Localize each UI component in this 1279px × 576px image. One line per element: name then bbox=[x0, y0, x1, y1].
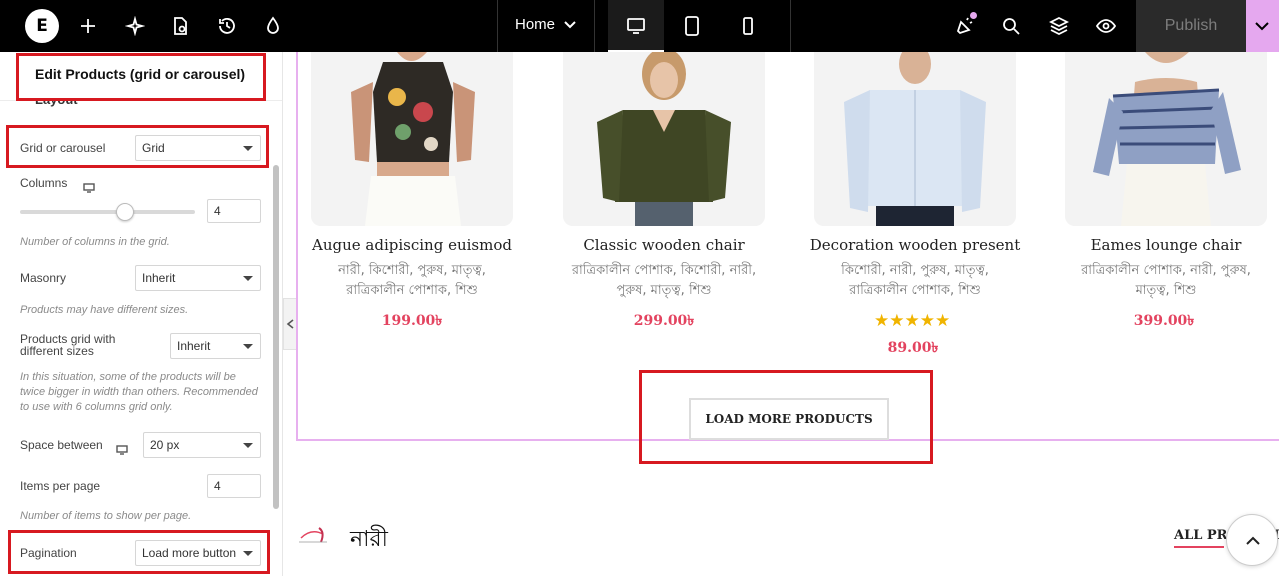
panel-scrollbar[interactable] bbox=[273, 165, 279, 509]
divider bbox=[497, 0, 498, 52]
grid-different-sizes-value: Inherit bbox=[177, 339, 211, 353]
mobile-icon[interactable] bbox=[736, 14, 760, 38]
hint-line: to use with 6 columns grid only. bbox=[20, 401, 173, 413]
columns-slider-handle[interactable] bbox=[116, 203, 134, 221]
label-line: different sizes bbox=[20, 344, 94, 358]
product-title[interactable]: Classic wooden chair bbox=[544, 236, 784, 254]
product-photo-woman-striped-top bbox=[1065, 52, 1267, 226]
elementor-logo-icon[interactable]: E bbox=[25, 9, 59, 43]
product-image[interactable] bbox=[311, 52, 513, 226]
divider bbox=[790, 0, 791, 52]
link-underline bbox=[1174, 546, 1224, 548]
product-price: 299.00৳ bbox=[633, 313, 695, 329]
notification-dot bbox=[970, 12, 977, 19]
columns-slider-track[interactable] bbox=[20, 210, 195, 214]
product-image[interactable] bbox=[814, 52, 1016, 226]
desktop-icon[interactable] bbox=[116, 440, 128, 455]
grid-different-sizes-select[interactable]: Inherit bbox=[170, 333, 261, 359]
brand-logo bbox=[297, 524, 331, 548]
category-line: নারী, কিশোরী, পুরুষ, মাতৃত্ব, bbox=[338, 263, 486, 278]
highlight-box-pagination bbox=[8, 530, 270, 574]
product-image[interactable] bbox=[563, 52, 765, 226]
category-line: রাত্রিকালীন পোশাক, নারী, পুরুষ, bbox=[1081, 263, 1251, 278]
product-title[interactable]: Eames lounge chair bbox=[1046, 236, 1279, 254]
product-title[interactable]: Augue adipiscing euismod bbox=[292, 236, 532, 254]
page-settings-icon[interactable] bbox=[168, 14, 192, 38]
product-title[interactable]: Decoration wooden present bbox=[795, 236, 1035, 254]
publish-button[interactable]: Publish bbox=[1136, 0, 1246, 52]
theme-style-icon[interactable] bbox=[261, 14, 285, 38]
highlight-box-load-more bbox=[639, 370, 933, 464]
chevron-down-icon[interactable] bbox=[563, 16, 577, 35]
columns-label: Columns bbox=[20, 176, 68, 190]
product-price: 399.00৳ bbox=[1133, 313, 1195, 329]
grid-different-sizes-hint: In this situation, some of the products … bbox=[20, 370, 258, 415]
category-line: রাত্রিকালীন পোশাক, কিশোরী, নারী, bbox=[571, 263, 757, 278]
publish-options-button[interactable] bbox=[1246, 0, 1279, 52]
masonry-select[interactable]: Inherit bbox=[135, 265, 261, 291]
hint-line: In this situation, some of the products … bbox=[20, 371, 236, 383]
desktop-icon[interactable] bbox=[83, 178, 95, 193]
items-per-page-input[interactable]: 4 bbox=[207, 474, 261, 498]
items-per-page-label: Items per page bbox=[20, 479, 101, 493]
product-photo-man-blue-shirt bbox=[814, 52, 1016, 226]
product-categories[interactable]: নারী, কিশোরী, পুরুষ, মাতৃত্ব, রাত্রিকালী… bbox=[292, 261, 532, 301]
preview-eye-icon[interactable] bbox=[1094, 14, 1118, 38]
divider bbox=[594, 0, 595, 52]
chevron-down-icon bbox=[1255, 22, 1269, 31]
product-categories[interactable]: রাত্রিকালীন পোশাক, নারী, পুরুষ, মাতৃত্ব,… bbox=[1046, 261, 1279, 301]
masonry-label: Masonry bbox=[20, 271, 67, 285]
section-heading: নারী bbox=[350, 527, 388, 552]
category-line: রাত্রিকালীন পোশাক, শিশু bbox=[346, 283, 478, 298]
category-line: মাতৃত্ব, শিশু bbox=[1135, 283, 1197, 298]
product-photo-woman-olive-shirt bbox=[563, 52, 765, 226]
product-categories[interactable]: কিশোরী, নারী, পুরুষ, মাতৃত্ব, রাত্রিকালী… bbox=[795, 261, 1035, 301]
add-icon[interactable] bbox=[76, 14, 100, 38]
structure-layers-icon[interactable] bbox=[1047, 14, 1071, 38]
space-between-label: Space between bbox=[20, 438, 103, 452]
category-line: কিশোরী, নারী, পুরুষ, মাতৃত্ব, bbox=[841, 263, 989, 278]
caret-down-icon bbox=[243, 443, 253, 448]
grid-different-sizes-label: Products grid with different sizes bbox=[20, 333, 115, 357]
caret-down-icon bbox=[243, 276, 253, 281]
tablet-icon[interactable] bbox=[680, 14, 704, 38]
highlight-box-title bbox=[16, 53, 266, 101]
product-price: 89.00৳ bbox=[887, 340, 939, 356]
page-selector-label[interactable]: Home bbox=[515, 16, 555, 33]
ai-sparkle-icon[interactable] bbox=[123, 14, 147, 38]
scroll-to-top-button[interactable] bbox=[1226, 514, 1278, 566]
masonry-hint: Products may have different sizes. bbox=[20, 304, 189, 316]
star-rating: ★★★★★ bbox=[874, 311, 951, 331]
product-image[interactable] bbox=[1065, 52, 1267, 226]
space-between-select[interactable]: 20 px bbox=[143, 432, 261, 458]
history-icon[interactable] bbox=[215, 14, 239, 38]
hint-line: twice bigger in width than others. Recom… bbox=[20, 386, 258, 398]
desktop-icon[interactable] bbox=[624, 14, 648, 38]
editor-top-bar: E Home Publish bbox=[0, 0, 1279, 52]
product-price: 199.00৳ bbox=[381, 313, 443, 329]
chevron-up-icon bbox=[1246, 536, 1260, 545]
space-between-value: 20 px bbox=[150, 438, 180, 452]
category-line: রাত্রিকালীন পোশাক, শিশু bbox=[849, 283, 981, 298]
product-categories[interactable]: রাত্রিকালীন পোশাক, কিশোরী, নারী, পুরুষ, … bbox=[544, 261, 784, 301]
columns-input[interactable]: 4 bbox=[207, 199, 261, 223]
highlight-box-grid-or-carousel bbox=[6, 125, 269, 168]
category-line: পুরুষ, মাতৃত্ব, শিশু bbox=[616, 283, 712, 298]
caret-down-icon bbox=[243, 344, 253, 349]
columns-hint: Number of columns in the grid. bbox=[20, 236, 170, 248]
masonry-value: Inherit bbox=[142, 271, 176, 285]
items-per-page-hint: Number of items to show per page. bbox=[20, 510, 192, 522]
product-photo-woman-floral-top bbox=[311, 52, 513, 226]
search-icon[interactable] bbox=[999, 14, 1023, 38]
